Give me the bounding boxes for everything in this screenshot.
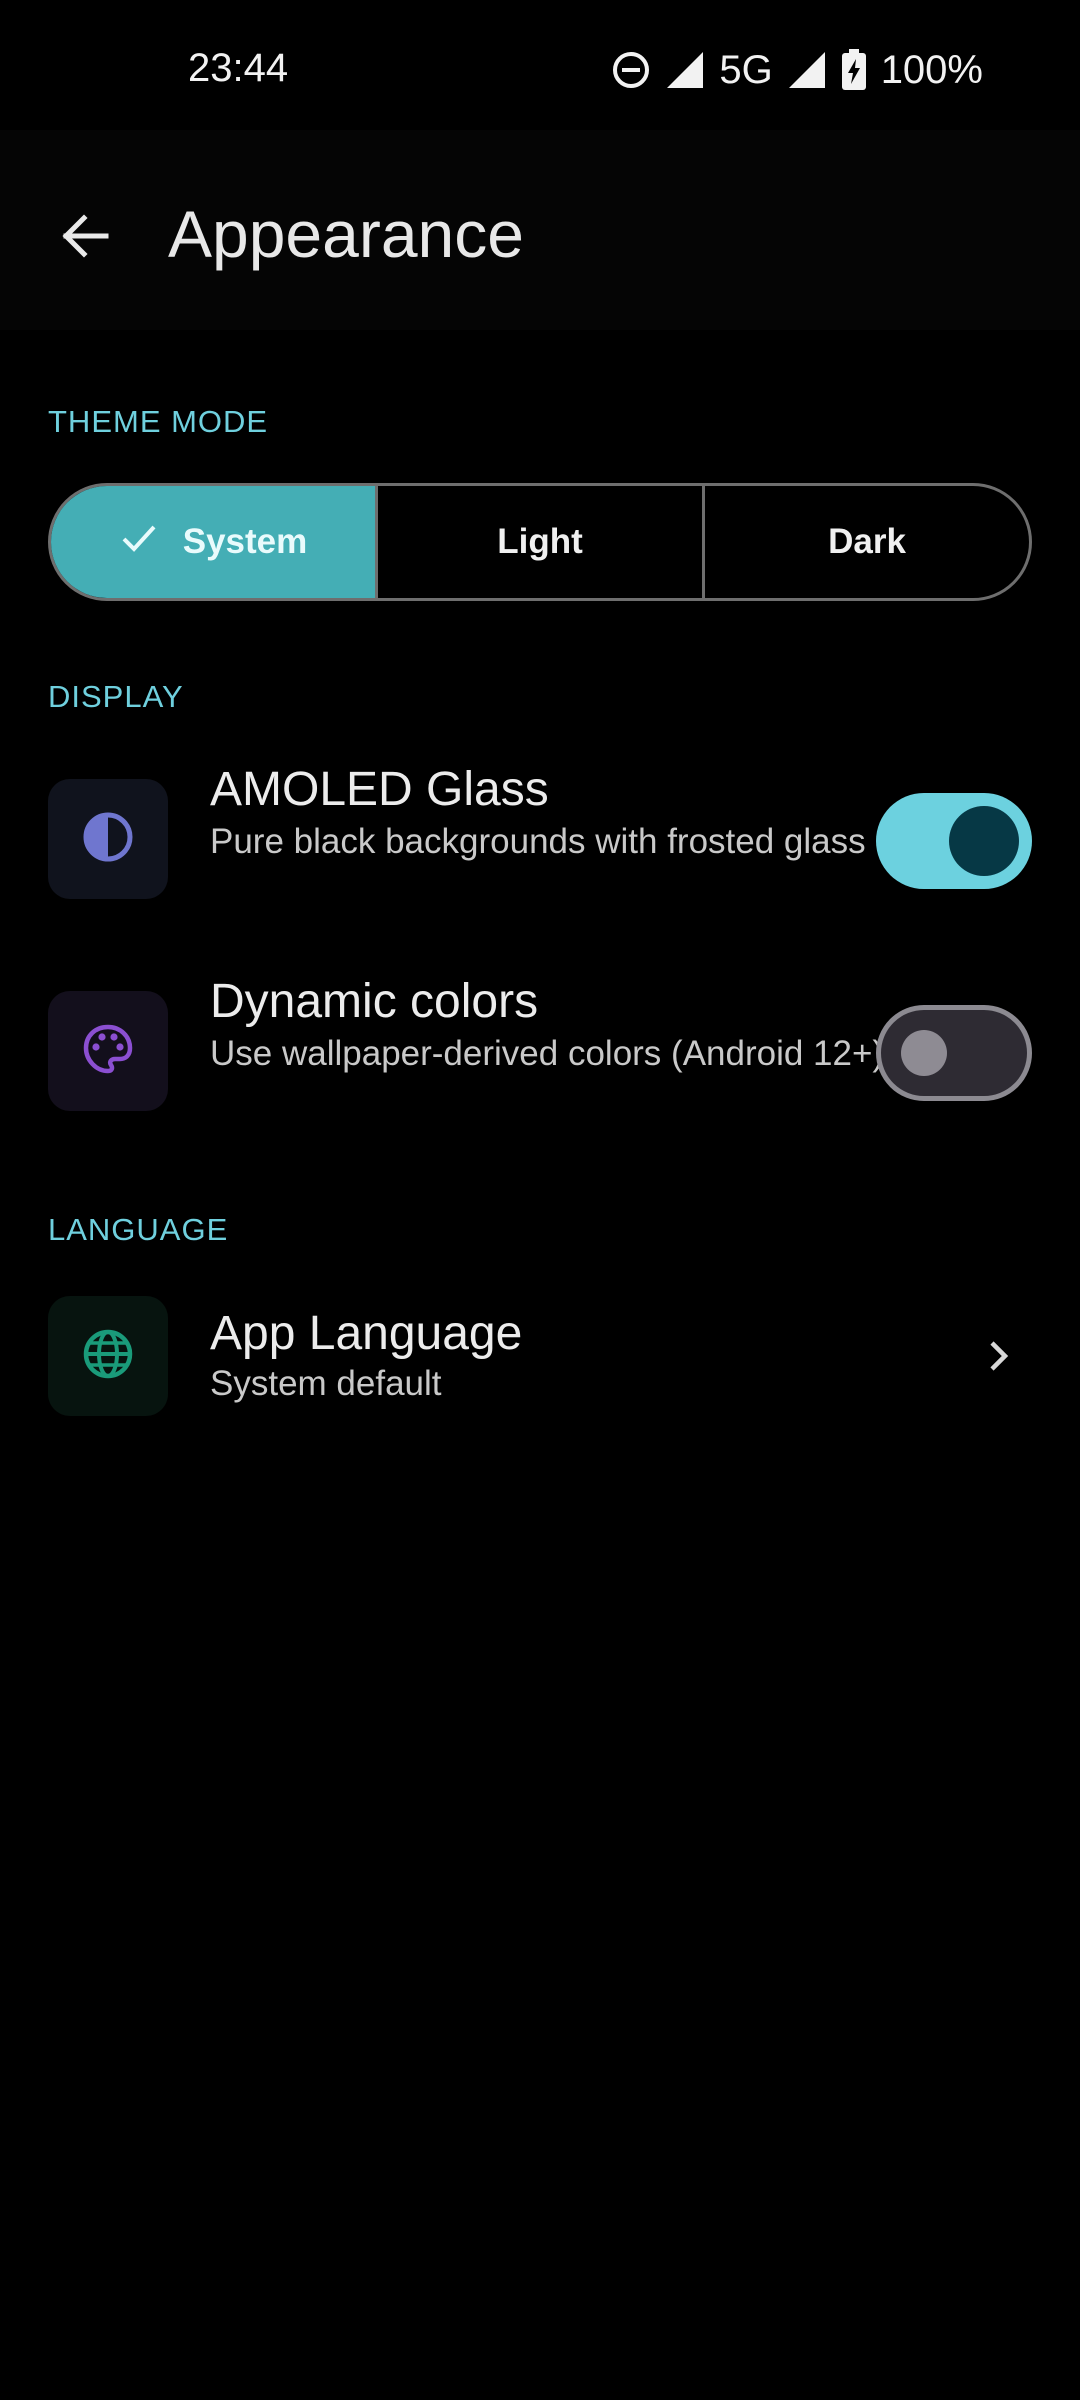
section-header-language: LANGUAGE <box>48 1212 229 1247</box>
icon-tile <box>48 1296 168 1416</box>
icon-tile <box>48 991 168 1111</box>
check-icon <box>119 518 159 567</box>
theme-option-dark[interactable]: Dark <box>702 486 1029 598</box>
theme-option-system[interactable]: System <box>51 486 375 598</box>
page-title: Appearance <box>168 197 524 271</box>
network-type: 5G <box>719 48 773 92</box>
status-time: 23:44 <box>188 46 289 90</box>
arrow-back-icon <box>56 208 112 269</box>
section-header-display: DISPLAY <box>48 679 184 714</box>
theme-option-light[interactable]: Light <box>375 486 702 598</box>
toggle-knob <box>901 1030 947 1076</box>
setting-row-dynamic-colors[interactable]: Dynamic colors Use wallpaper-derived col… <box>48 972 1032 1142</box>
status-bar: 23:44 5G 100% <box>0 0 1080 130</box>
chevron-right-icon[interactable] <box>968 1326 1028 1386</box>
do-not-disturb-icon <box>611 50 651 90</box>
palette-icon <box>81 1022 135 1081</box>
setting-title: AMOLED Glass <box>210 763 549 816</box>
theme-mode-selector: System Light Dark <box>48 483 1032 601</box>
theme-option-label: System <box>182 522 308 561</box>
dynamic-colors-toggle[interactable] <box>876 1005 1032 1101</box>
status-icons: 5G 100% <box>611 42 983 98</box>
setting-row-amoled-glass[interactable]: AMOLED Glass Pure black backgrounds with… <box>48 760 1032 930</box>
battery-charging-icon <box>841 49 867 91</box>
setting-subtitle: Pure black backgrounds with frosted glas… <box>210 822 866 861</box>
battery-level: 100% <box>880 48 983 92</box>
setting-title: Dynamic colors <box>210 975 539 1028</box>
app-bar: Appearance <box>0 130 1080 330</box>
signal-icon <box>665 50 705 90</box>
toggle-knob <box>949 806 1019 876</box>
icon-tile <box>48 779 168 899</box>
theme-option-label: Dark <box>828 522 906 561</box>
back-button[interactable] <box>36 190 132 286</box>
setting-subtitle: System default <box>210 1364 442 1403</box>
contrast-icon <box>81 810 135 869</box>
amoled-glass-toggle[interactable] <box>876 793 1032 889</box>
setting-title: App Language <box>210 1307 523 1360</box>
signal-icon <box>787 50 827 90</box>
setting-subtitle: Use wallpaper-derived colors (Android 12… <box>210 1034 885 1073</box>
setting-row-app-language[interactable]: App Language System default <box>48 1290 1032 1430</box>
globe-icon <box>81 1327 135 1386</box>
theme-option-label: Light <box>497 522 583 561</box>
section-header-theme-mode: THEME MODE <box>48 404 269 439</box>
